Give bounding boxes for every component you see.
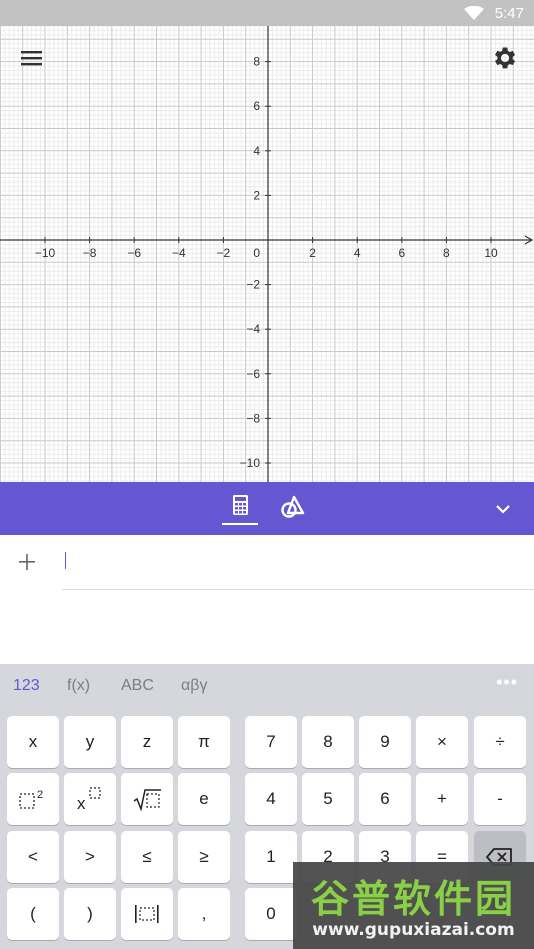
wifi-icon bbox=[464, 6, 484, 20]
calculator-icon bbox=[233, 495, 248, 515]
y-tick-label: 2 bbox=[253, 188, 260, 202]
status-bar: 5:47 bbox=[0, 0, 534, 26]
more-options-button[interactable]: ••• bbox=[496, 672, 518, 693]
sqrt-icon bbox=[133, 789, 161, 812]
keyboard-tabs: 123 f(x) ABC αβγ ••• bbox=[0, 664, 534, 709]
key-open-paren[interactable]: ( bbox=[7, 888, 59, 940]
menu-button[interactable] bbox=[18, 46, 46, 70]
key-square[interactable]: 2 bbox=[7, 773, 59, 825]
add-item-button[interactable] bbox=[14, 549, 40, 575]
watermark-url: www.gupuxiazai.com bbox=[312, 920, 515, 940]
active-tab-indicator bbox=[222, 523, 258, 525]
text-caret bbox=[65, 552, 66, 569]
key-9[interactable]: 9 bbox=[359, 716, 411, 768]
x-tick-label: −4 bbox=[172, 246, 186, 260]
status-time: 5:47 bbox=[494, 5, 524, 22]
kb-tab-fx[interactable]: f(x) bbox=[67, 677, 90, 695]
square-superscript: 2 bbox=[37, 789, 43, 801]
y-tick-label: 6 bbox=[253, 99, 260, 113]
key-5[interactable]: 5 bbox=[302, 773, 354, 825]
key-z[interactable]: z bbox=[121, 716, 173, 768]
tab-algebra[interactable] bbox=[222, 491, 258, 525]
x-tick-label: −2 bbox=[217, 246, 231, 260]
key-divide[interactable]: ÷ bbox=[474, 716, 526, 768]
y-tick-label: 4 bbox=[253, 144, 260, 158]
algebra-input[interactable] bbox=[62, 535, 534, 590]
tab-tools[interactable] bbox=[278, 491, 308, 521]
key-8[interactable]: 8 bbox=[302, 716, 354, 768]
x-tick-label: 10 bbox=[484, 246, 498, 260]
x-tick-label: −10 bbox=[35, 246, 56, 260]
key-7[interactable]: 7 bbox=[245, 716, 297, 768]
x-tick-label: 2 bbox=[309, 246, 316, 260]
y-tick-label: −4 bbox=[246, 322, 260, 336]
key-greater-than[interactable]: > bbox=[64, 831, 116, 883]
key-times[interactable]: × bbox=[416, 716, 468, 768]
graph-grid[interactable]: −10−8−6−4−2246810108642−2−4−6−8−100 bbox=[0, 0, 534, 482]
key-sqrt[interactable] bbox=[121, 773, 173, 825]
key-e[interactable]: e bbox=[178, 773, 230, 825]
y-tick-label: −6 bbox=[246, 367, 260, 381]
key-x[interactable]: x bbox=[7, 716, 59, 768]
key-less-equal[interactable]: ≤ bbox=[121, 831, 173, 883]
kb-tab-123[interactable]: 123 bbox=[13, 677, 40, 695]
x-tick-label: −8 bbox=[83, 246, 97, 260]
kb-tab-abc[interactable]: ABC bbox=[121, 677, 154, 695]
key-4[interactable]: 4 bbox=[245, 773, 297, 825]
origin-label: 0 bbox=[253, 246, 260, 260]
watermark-text: 谷普软件园 bbox=[310, 877, 516, 921]
x-tick-label: 6 bbox=[398, 246, 405, 260]
graphing-canvas[interactable]: −10−8−6−4−2246810108642−2−4−6−8−100 bbox=[0, 0, 534, 482]
collapse-button[interactable] bbox=[492, 498, 514, 520]
x-tick-label: 4 bbox=[354, 246, 361, 260]
key-abs[interactable] bbox=[121, 888, 173, 940]
geometry-tools-icon bbox=[281, 495, 305, 518]
key-1[interactable]: 1 bbox=[245, 831, 297, 883]
square-power-icon: 2 bbox=[19, 789, 43, 809]
key-y[interactable]: y bbox=[64, 716, 116, 768]
settings-button[interactable] bbox=[490, 44, 518, 72]
key-comma[interactable]: , bbox=[178, 888, 230, 940]
x-tick-label: −6 bbox=[127, 246, 141, 260]
key-0[interactable]: 0 bbox=[245, 888, 297, 940]
key-greater-equal[interactable]: ≥ bbox=[178, 831, 230, 883]
y-tick-label: −10 bbox=[240, 456, 261, 470]
gear-icon bbox=[495, 47, 516, 69]
watermark-logo: 谷普软件园 www.gupuxiazai.com bbox=[293, 862, 534, 949]
y-tick-label: −2 bbox=[246, 278, 260, 292]
key-less-than[interactable]: < bbox=[7, 831, 59, 883]
absolute-value-icon bbox=[135, 905, 159, 923]
power-base: x bbox=[77, 794, 86, 813]
key-pi[interactable]: π bbox=[178, 716, 230, 768]
view-toolbar bbox=[0, 482, 534, 535]
hamburger-menu-icon bbox=[21, 51, 42, 66]
y-tick-label: 8 bbox=[253, 55, 260, 69]
key-close-paren[interactable]: ) bbox=[64, 888, 116, 940]
y-tick-label: −8 bbox=[246, 411, 260, 425]
key-minus[interactable]: - bbox=[474, 773, 526, 825]
kb-tab-greek[interactable]: αβγ bbox=[181, 677, 207, 695]
chevron-down-icon bbox=[496, 505, 510, 514]
key-6[interactable]: 6 bbox=[359, 773, 411, 825]
x-tick-label: 8 bbox=[443, 246, 450, 260]
algebra-view bbox=[0, 535, 534, 664]
power-icon: x bbox=[77, 787, 101, 813]
key-plus[interactable]: + bbox=[416, 773, 468, 825]
key-power[interactable]: x bbox=[64, 773, 116, 825]
plus-icon bbox=[19, 554, 35, 570]
